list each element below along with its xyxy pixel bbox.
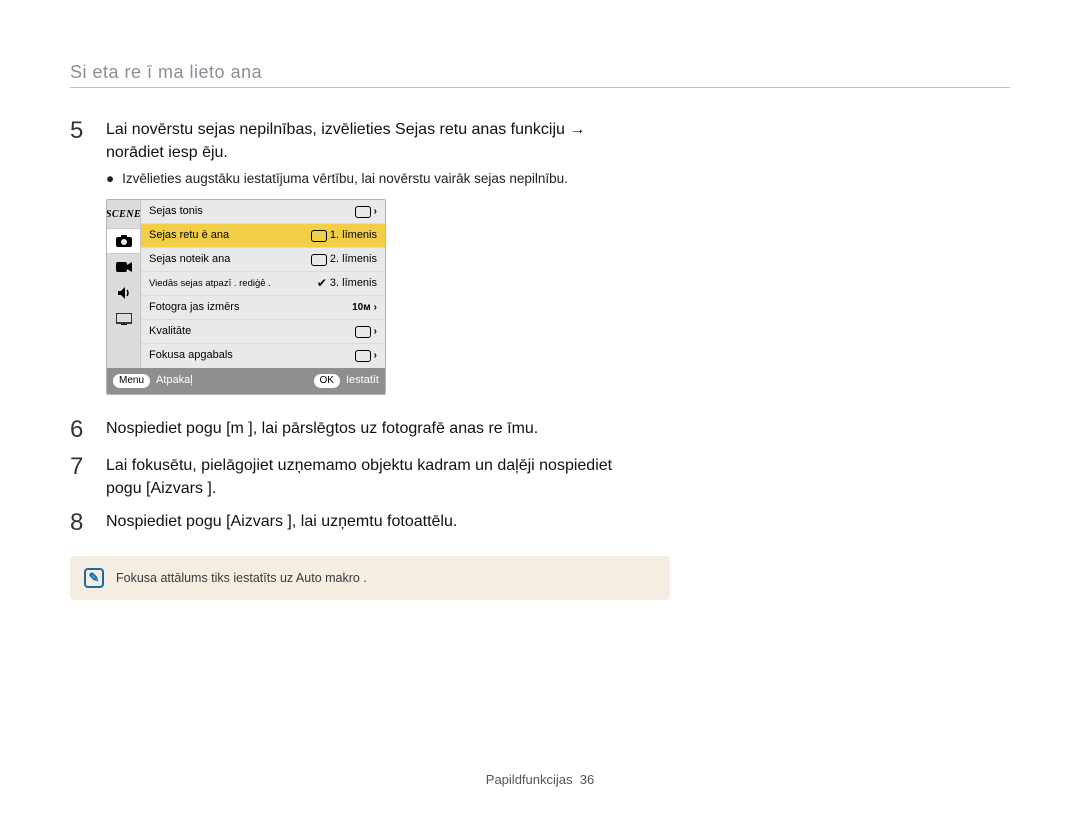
sound-icon	[107, 280, 140, 306]
value-icon	[311, 230, 327, 242]
menu-row-foto-izmers[interactable]: Fotogra jas izmērs 10м›	[141, 296, 385, 320]
note-box: ✎ Fokusa attālums tiks iestatīts uz Auto…	[70, 556, 670, 600]
step-6: 6 Nospiediet pogu [m ], lai pārslēgtos u…	[70, 417, 630, 443]
menu-row-kvalitate[interactable]: Kvalitāte ›	[141, 320, 385, 344]
step-5-bullet-text: Izvēlieties augstāku iestatījuma vērtību…	[122, 170, 568, 189]
scene-mode-icon: SCENE	[107, 202, 140, 228]
back-label: Atpakaļ	[156, 373, 193, 389]
camera-menu-footer: Menu Atpakaļ OK Iestatīt	[107, 368, 385, 394]
camera-menu-sidebar: SCENE	[107, 200, 141, 368]
display-icon	[107, 306, 140, 332]
step-8-text: Nospiediet pogu [Aizvars ], lai uzņemtu …	[106, 510, 457, 536]
step-5-text: Lai novērstu sejas nepilnības, izvēlieti…	[106, 118, 630, 164]
chevron-right-icon: ›	[374, 301, 377, 316]
footer-section: Papildfunkcijas	[486, 772, 573, 787]
page-footer: Papildfunkcijas 36	[0, 772, 1080, 787]
note-icon: ✎	[84, 568, 104, 588]
step-8-number: 8	[70, 510, 92, 536]
value-icon	[355, 206, 371, 218]
menu-row-sejas-tonis[interactable]: Sejas tonis ›	[141, 200, 385, 224]
camera-menu-screenshot: SCENE	[106, 199, 386, 395]
chevron-right-icon: ›	[374, 349, 377, 364]
chevron-right-icon: ›	[374, 325, 377, 340]
step-6-text: Nospiediet pogu [m ], lai pārslēgtos uz …	[106, 417, 538, 443]
step-7-text: Lai fokusētu, pielāgojiet uzņemamo objek…	[106, 454, 630, 500]
page-header: Si eta re ī ma lieto ana	[70, 62, 1010, 88]
step-5-bullet: ● Izvēlieties augstāku iestatījuma vērtī…	[106, 170, 630, 189]
menu-button-label: Menu	[113, 374, 150, 388]
bullet-icon: ●	[106, 170, 114, 189]
menu-row-sejas-noteiksana[interactable]: Sejas noteik ana 2. līmenis	[141, 248, 385, 272]
step-5: 5 Lai novērstu sejas nepilnības, izvēlie…	[70, 118, 630, 395]
note-text: Fokusa attālums tiks iestatīts uz Auto m…	[116, 571, 367, 585]
menu-row-sejas-retusana[interactable]: Sejas retu ē ana 1. līmenis	[141, 224, 385, 248]
step-5-number: 5	[70, 118, 92, 395]
video-mode-icon	[107, 254, 140, 280]
camera-menu-list: Sejas tonis › Sejas retu ē ana 1. līmeni…	[141, 200, 385, 368]
check-icon: ✔	[317, 275, 327, 292]
value-icon	[311, 254, 327, 266]
step-6-number: 6	[70, 417, 92, 443]
ok-button-label: OK	[314, 374, 340, 388]
chevron-right-icon: ›	[374, 205, 377, 220]
footer-page-number: 36	[580, 772, 594, 787]
step-7: 7 Lai fokusētu, pielāgojiet uzņemamo obj…	[70, 454, 630, 500]
menu-row-fokusa-apgabals[interactable]: Fokusa apgabals ›	[141, 344, 385, 368]
photo-mode-icon	[107, 228, 140, 254]
step-8: 8 Nospiediet pogu [Aizvars ], lai uzņemt…	[70, 510, 630, 536]
menu-row-viedas-sejas[interactable]: Viedās sejas atpazī . rediģē . ✔3. līmen…	[141, 272, 385, 296]
value-icon	[355, 350, 371, 362]
step-7-number: 7	[70, 454, 92, 500]
set-label: Iestatīt	[346, 373, 379, 389]
value-icon	[355, 326, 371, 338]
